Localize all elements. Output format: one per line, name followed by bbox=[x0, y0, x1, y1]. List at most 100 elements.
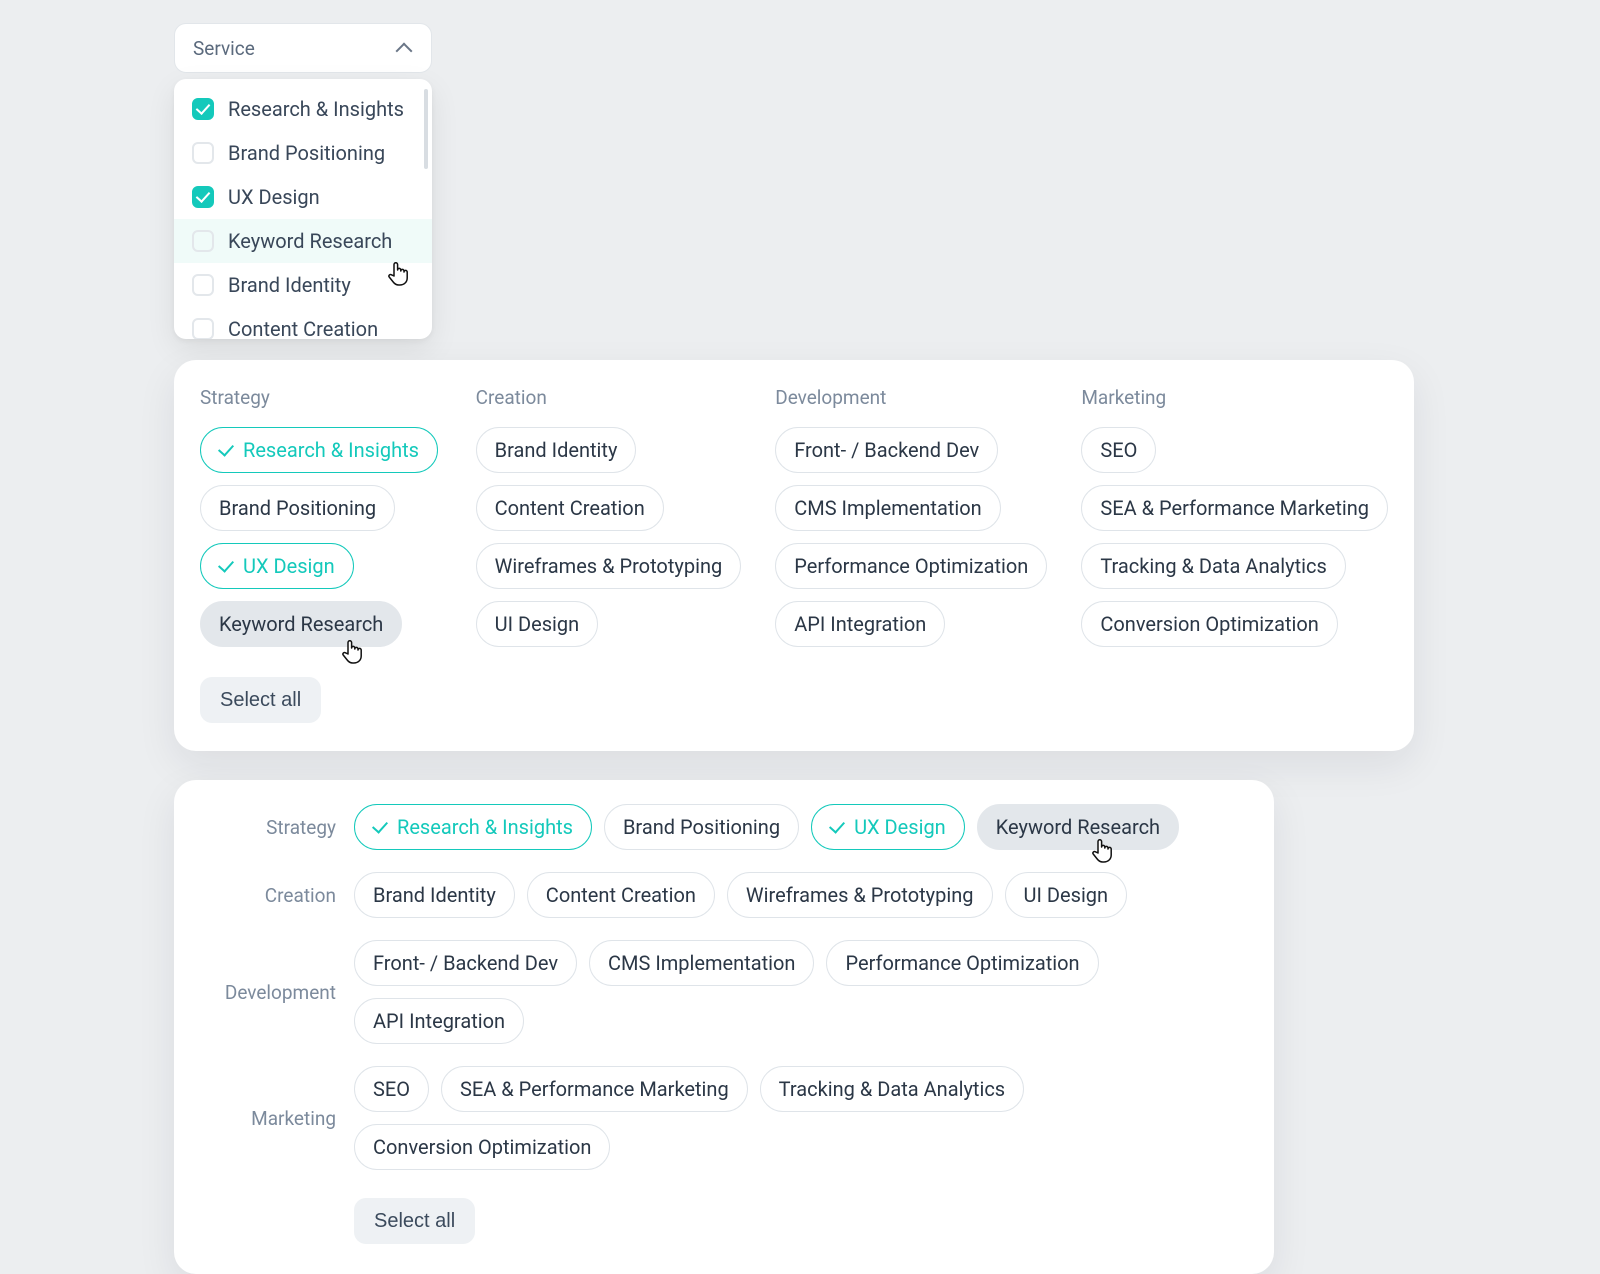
pill-label: SEO bbox=[1100, 438, 1137, 462]
filter-pill[interactable]: Front- / Backend Dev bbox=[354, 940, 577, 986]
category-label: Strategy bbox=[200, 386, 442, 409]
dropdown-item[interactable]: Brand Positioning bbox=[174, 131, 432, 175]
pill-label: Front- / Backend Dev bbox=[373, 951, 558, 975]
pill-label: Conversion Optimization bbox=[1100, 612, 1318, 636]
dropdown-item-label: Research & Insights bbox=[228, 97, 404, 121]
category-label: Creation bbox=[188, 884, 336, 907]
pill-label: UX Design bbox=[854, 815, 946, 839]
select-all-button[interactable]: Select all bbox=[354, 1198, 475, 1244]
dropdown-item[interactable]: Keyword Research bbox=[174, 219, 432, 263]
filter-column: Marketing SEO SEA & Performance Marketing T… bbox=[1081, 386, 1388, 647]
pill-label: Content Creation bbox=[495, 496, 645, 520]
pill-label: Tracking & Data Analytics bbox=[779, 1077, 1005, 1101]
pill-label: Brand Positioning bbox=[623, 815, 780, 839]
service-dropdown: Service Research & Insights Brand Positio… bbox=[174, 23, 432, 339]
pill-label: Performance Optimization bbox=[845, 951, 1079, 975]
filter-pill[interactable]: Brand Identity bbox=[354, 872, 515, 918]
dropdown-trigger[interactable]: Service bbox=[174, 23, 432, 73]
filter-pill[interactable]: CMS Implementation bbox=[775, 485, 1000, 531]
filter-pill[interactable]: Tracking & Data Analytics bbox=[760, 1066, 1024, 1112]
category-label: Creation bbox=[476, 386, 742, 409]
filter-pill[interactable]: Brand Positioning bbox=[200, 485, 395, 531]
filter-pill[interactable]: Keyword Research bbox=[977, 804, 1179, 850]
dropdown-item-label: Keyword Research bbox=[228, 229, 392, 253]
category-label: Marketing bbox=[188, 1107, 336, 1130]
filter-pill[interactable]: Tracking & Data Analytics bbox=[1081, 543, 1345, 589]
pill-label: Content Creation bbox=[546, 883, 696, 907]
chevron-up-icon bbox=[395, 43, 413, 53]
dropdown-item[interactable]: Content Creation bbox=[174, 307, 432, 339]
filter-pill[interactable]: Research & Insights bbox=[354, 804, 592, 850]
checkbox-unchecked-icon bbox=[192, 142, 214, 164]
filter-pill[interactable]: Wireframes & Prototyping bbox=[476, 543, 742, 589]
filter-pill[interactable]: Front- / Backend Dev bbox=[775, 427, 998, 473]
filter-pill[interactable]: Content Creation bbox=[476, 485, 664, 531]
pill-label: Wireframes & Prototyping bbox=[495, 554, 723, 578]
category-label: Development bbox=[775, 386, 1047, 409]
pill-label: CMS Implementation bbox=[794, 496, 981, 520]
filter-pill[interactable]: UX Design bbox=[200, 543, 354, 589]
dropdown-label: Service bbox=[193, 37, 255, 60]
filter-pill[interactable]: SEO bbox=[1081, 427, 1156, 473]
filter-pill[interactable]: API Integration bbox=[775, 601, 945, 647]
checkbox-unchecked-icon bbox=[192, 274, 214, 296]
dropdown-item-label: Content Creation bbox=[228, 317, 378, 339]
pill-label: Performance Optimization bbox=[794, 554, 1028, 578]
check-icon bbox=[218, 556, 234, 572]
filter-pill[interactable]: SEO bbox=[354, 1066, 429, 1112]
pill-label: SEA & Performance Marketing bbox=[460, 1077, 729, 1101]
filter-column: Creation Brand Identity Content Creation Wi… bbox=[476, 386, 742, 647]
pill-label: UX Design bbox=[243, 554, 335, 578]
filter-pill[interactable]: Wireframes & Prototyping bbox=[727, 872, 993, 918]
dropdown-item[interactable]: UX Design bbox=[174, 175, 432, 219]
filter-pill[interactable]: Content Creation bbox=[527, 872, 715, 918]
pill-label: Brand Identity bbox=[373, 883, 496, 907]
filter-pill[interactable]: UX Design bbox=[811, 804, 965, 850]
filter-pill[interactable]: Keyword Research bbox=[200, 601, 402, 647]
checkbox-unchecked-icon bbox=[192, 318, 214, 339]
filter-row: Creation Brand Identity Content Creation Wi… bbox=[188, 872, 1248, 918]
pill-label: SEO bbox=[373, 1077, 410, 1101]
filter-row: Marketing SEO SEA & Performance Marketing T… bbox=[188, 1066, 1248, 1170]
category-label: Strategy bbox=[188, 816, 336, 839]
pill-label: Conversion Optimization bbox=[373, 1135, 591, 1159]
filter-pill[interactable]: CMS Implementation bbox=[589, 940, 814, 986]
dropdown-item-label: UX Design bbox=[228, 185, 320, 209]
filter-pill[interactable]: Research & Insights bbox=[200, 427, 438, 473]
checkbox-unchecked-icon bbox=[192, 230, 214, 252]
pill-label: UI Design bbox=[495, 612, 580, 636]
filter-pill[interactable]: Brand Identity bbox=[476, 427, 637, 473]
category-label: Development bbox=[188, 981, 336, 1004]
filter-pill[interactable]: Brand Positioning bbox=[604, 804, 799, 850]
check-icon bbox=[829, 817, 845, 833]
filter-pill[interactable]: UI Design bbox=[1005, 872, 1128, 918]
filter-column: Strategy Research & Insights Brand Positio… bbox=[200, 386, 442, 647]
dropdown-item[interactable]: Brand Identity bbox=[174, 263, 432, 307]
scrollbar[interactable] bbox=[424, 89, 428, 169]
filter-pill[interactable]: SEA & Performance Marketing bbox=[1081, 485, 1388, 531]
filter-pill[interactable]: UI Design bbox=[476, 601, 599, 647]
pill-label: Keyword Research bbox=[996, 815, 1160, 839]
pill-label: Tracking & Data Analytics bbox=[1100, 554, 1326, 578]
pill-label: API Integration bbox=[794, 612, 926, 636]
filter-pill[interactable]: Conversion Optimization bbox=[354, 1124, 610, 1170]
dropdown-item-label: Brand Positioning bbox=[228, 141, 385, 165]
filter-pill[interactable]: Performance Optimization bbox=[826, 940, 1098, 986]
check-icon bbox=[218, 440, 234, 456]
pill-label: API Integration bbox=[373, 1009, 505, 1033]
pill-label: Research & Insights bbox=[243, 438, 419, 462]
filter-pill[interactable]: Conversion Optimization bbox=[1081, 601, 1337, 647]
check-icon bbox=[372, 817, 388, 833]
filter-pill[interactable]: SEA & Performance Marketing bbox=[441, 1066, 748, 1112]
select-all-button[interactable]: Select all bbox=[200, 677, 321, 723]
checkbox-checked-icon bbox=[192, 186, 214, 208]
filter-pill[interactable]: API Integration bbox=[354, 998, 524, 1044]
dropdown-item[interactable]: Research & Insights bbox=[174, 87, 432, 131]
pill-label: Brand Positioning bbox=[219, 496, 376, 520]
pill-label: Wireframes & Prototyping bbox=[746, 883, 974, 907]
pill-label: Brand Identity bbox=[495, 438, 618, 462]
pill-label: UI Design bbox=[1024, 883, 1109, 907]
filter-card-columns: Strategy Research & Insights Brand Positio… bbox=[174, 360, 1414, 751]
category-label: Marketing bbox=[1081, 386, 1388, 409]
filter-pill[interactable]: Performance Optimization bbox=[775, 543, 1047, 589]
